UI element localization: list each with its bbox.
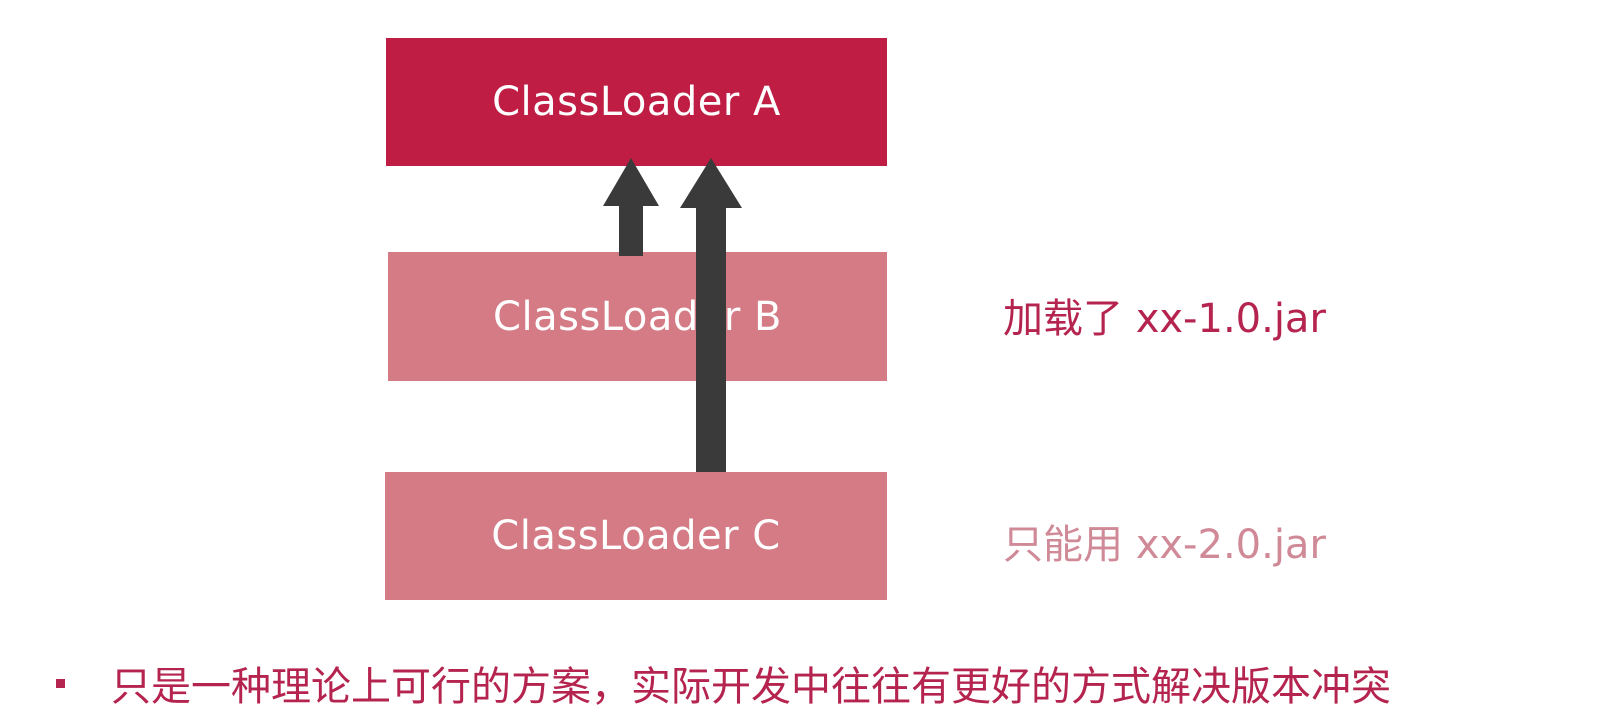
arrow-b-to-a — [603, 158, 659, 256]
bullet-text: 只是一种理论上可行的方案，实际开发中往往有更好的方式解决版本冲突 — [111, 664, 1391, 710]
classloader-b-annotation: 加载了 xx-1.0.jar — [1003, 296, 1326, 342]
arrow-c-to-a — [680, 158, 742, 472]
bullet-point: 只是一种理论上可行的方案，实际开发中往往有更好的方式解决版本冲突 — [56, 654, 1391, 712]
classloader-c-annotation: 只能用 xx-2.0.jar — [1003, 522, 1326, 568]
bullet-marker — [56, 678, 65, 688]
diagram-canvas: ClassLoader A ClassLoader B ClassLoader … — [0, 0, 1612, 716]
delegation-arrows — [603, 158, 742, 472]
